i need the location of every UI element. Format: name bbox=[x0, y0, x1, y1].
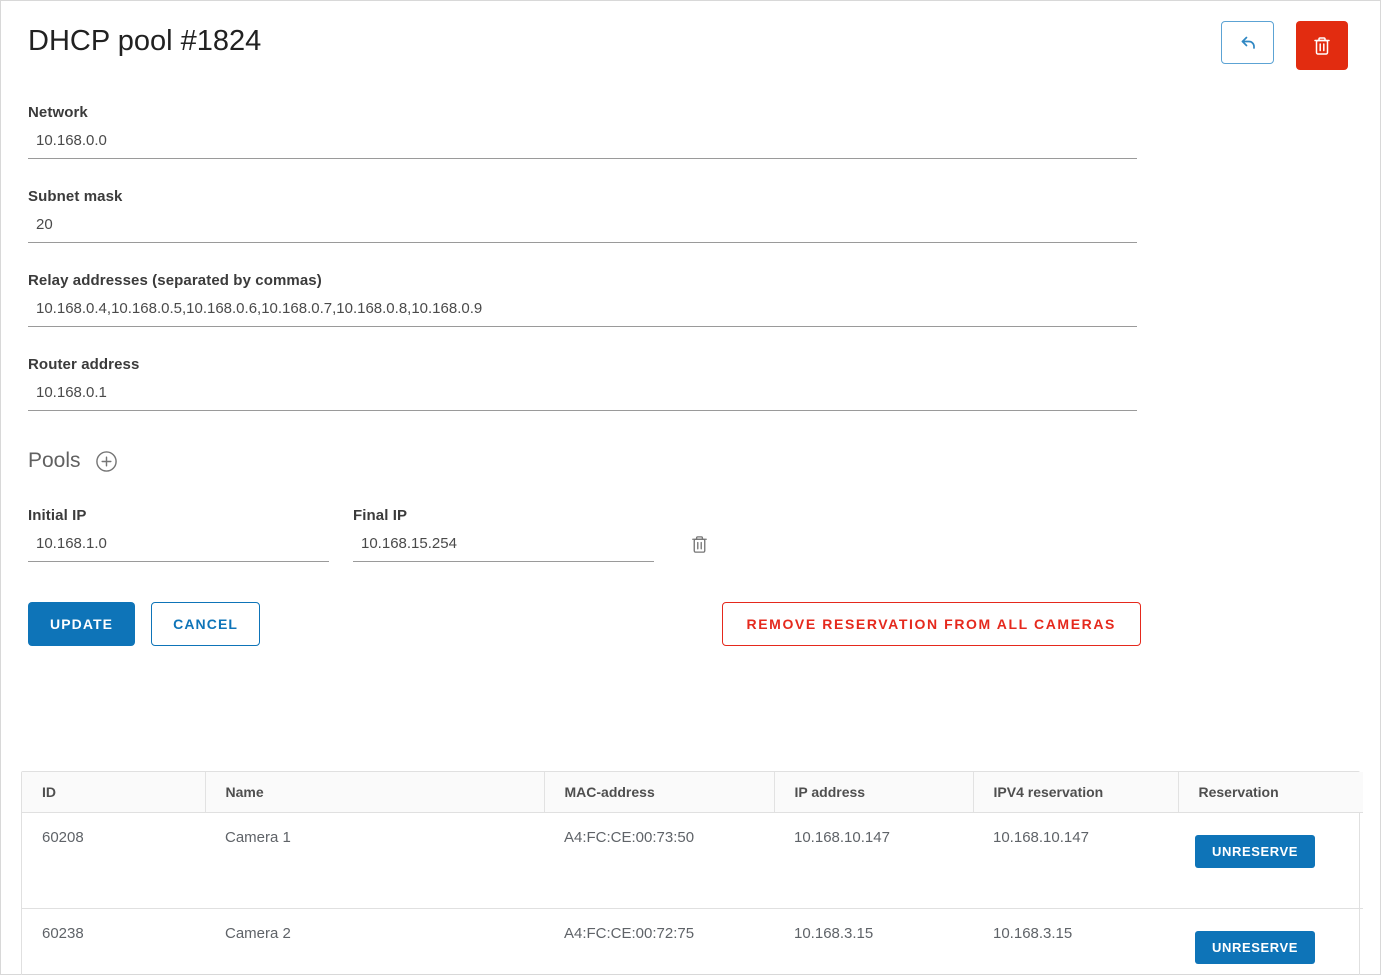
subnet-mask-input[interactable] bbox=[28, 207, 1137, 243]
column-header-reservation: Reservation bbox=[1177, 772, 1363, 813]
undo-arrow-icon bbox=[1236, 31, 1260, 55]
trash-icon bbox=[1311, 34, 1333, 58]
final-ip-label: Final IP bbox=[353, 507, 408, 524]
cell-mac: A4:FC:CE:00:72:75 bbox=[544, 908, 774, 975]
column-header-ip: IP address bbox=[773, 772, 973, 813]
delete-pool-row-button[interactable] bbox=[689, 533, 710, 556]
unreserve-button[interactable]: UNRESERVE bbox=[1195, 931, 1316, 964]
cell-id: 60238 bbox=[22, 908, 205, 975]
cancel-button[interactable]: CANCEL bbox=[151, 602, 261, 646]
field-initial-ip: Initial IP bbox=[28, 507, 329, 562]
initial-ip-input[interactable] bbox=[28, 526, 329, 562]
plus-circle-icon bbox=[95, 450, 118, 473]
final-ip-input[interactable] bbox=[353, 526, 654, 562]
table-row: 60238 Camera 2 A4:FC:CE:00:72:75 10.168.… bbox=[22, 908, 1363, 975]
cell-ip: 10.168.3.15 bbox=[774, 908, 973, 975]
cell-ipv4: 10.168.3.15 bbox=[973, 908, 1178, 975]
field-final-ip: Final IP bbox=[353, 507, 654, 562]
cell-name: Camera 2 bbox=[205, 908, 544, 975]
initial-ip-label: Initial IP bbox=[28, 507, 87, 524]
field-network: Network bbox=[28, 104, 1137, 159]
trash-icon bbox=[689, 533, 710, 556]
pools-section-heading: Pools bbox=[1, 440, 1380, 473]
cell-ip: 10.168.10.147 bbox=[794, 829, 890, 846]
cameras-table: ID Name MAC-address IP address IPV4 rese… bbox=[21, 771, 1363, 975]
unreserve-button[interactable]: UNRESERVE bbox=[1195, 835, 1316, 868]
delete-pool-button[interactable] bbox=[1296, 21, 1348, 70]
page-title: DHCP pool #1824 bbox=[28, 25, 262, 57]
router-address-input[interactable] bbox=[28, 375, 1137, 411]
relay-addresses-input[interactable] bbox=[28, 291, 1137, 327]
cell-name: Camera 1 bbox=[225, 829, 291, 846]
pools-heading-label: Pools bbox=[28, 449, 81, 472]
network-input[interactable] bbox=[28, 123, 1137, 159]
column-header-mac: MAC-address bbox=[543, 772, 774, 813]
field-router-address: Router address bbox=[28, 356, 1137, 411]
table-row: 60208 Camera 1 A4:FC:CE:00:73:50 10.168.… bbox=[22, 813, 1363, 909]
pool-row: Initial IP Final IP bbox=[1, 473, 1380, 562]
remove-reservation-all-button[interactable]: REMOVE RESERVATION FROM ALL CAMERAS bbox=[721, 602, 1141, 646]
column-header-name: Name bbox=[204, 772, 544, 813]
cell-ipv4: 10.168.10.147 bbox=[993, 829, 1089, 846]
page-header: DHCP pool #1824 bbox=[1, 1, 1380, 70]
relay-addresses-label: Relay addresses (separated by commas) bbox=[28, 272, 322, 289]
router-address-label: Router address bbox=[28, 356, 140, 373]
table-header-row: ID Name MAC-address IP address IPV4 rese… bbox=[22, 772, 1363, 813]
network-label: Network bbox=[28, 104, 88, 121]
cell-id: 60208 bbox=[42, 829, 84, 846]
column-header-ipv4: IPV4 reservation bbox=[972, 772, 1178, 813]
field-relay-addresses: Relay addresses (separated by commas) bbox=[28, 272, 1137, 327]
form-actions: UPDATE CANCEL REMOVE RESERVATION FROM AL… bbox=[1, 562, 1380, 646]
toolbar bbox=[1221, 21, 1348, 70]
column-header-id: ID bbox=[22, 772, 205, 813]
dhcp-form: Network Subnet mask Relay addresses (sep… bbox=[1, 70, 1380, 411]
subnet-mask-label: Subnet mask bbox=[28, 188, 123, 205]
update-button[interactable]: UPDATE bbox=[28, 602, 136, 646]
field-subnet-mask: Subnet mask bbox=[28, 188, 1137, 243]
undo-button[interactable] bbox=[1221, 21, 1274, 64]
add-pool-button[interactable] bbox=[95, 450, 118, 473]
cell-mac: A4:FC:CE:00:73:50 bbox=[564, 829, 695, 846]
